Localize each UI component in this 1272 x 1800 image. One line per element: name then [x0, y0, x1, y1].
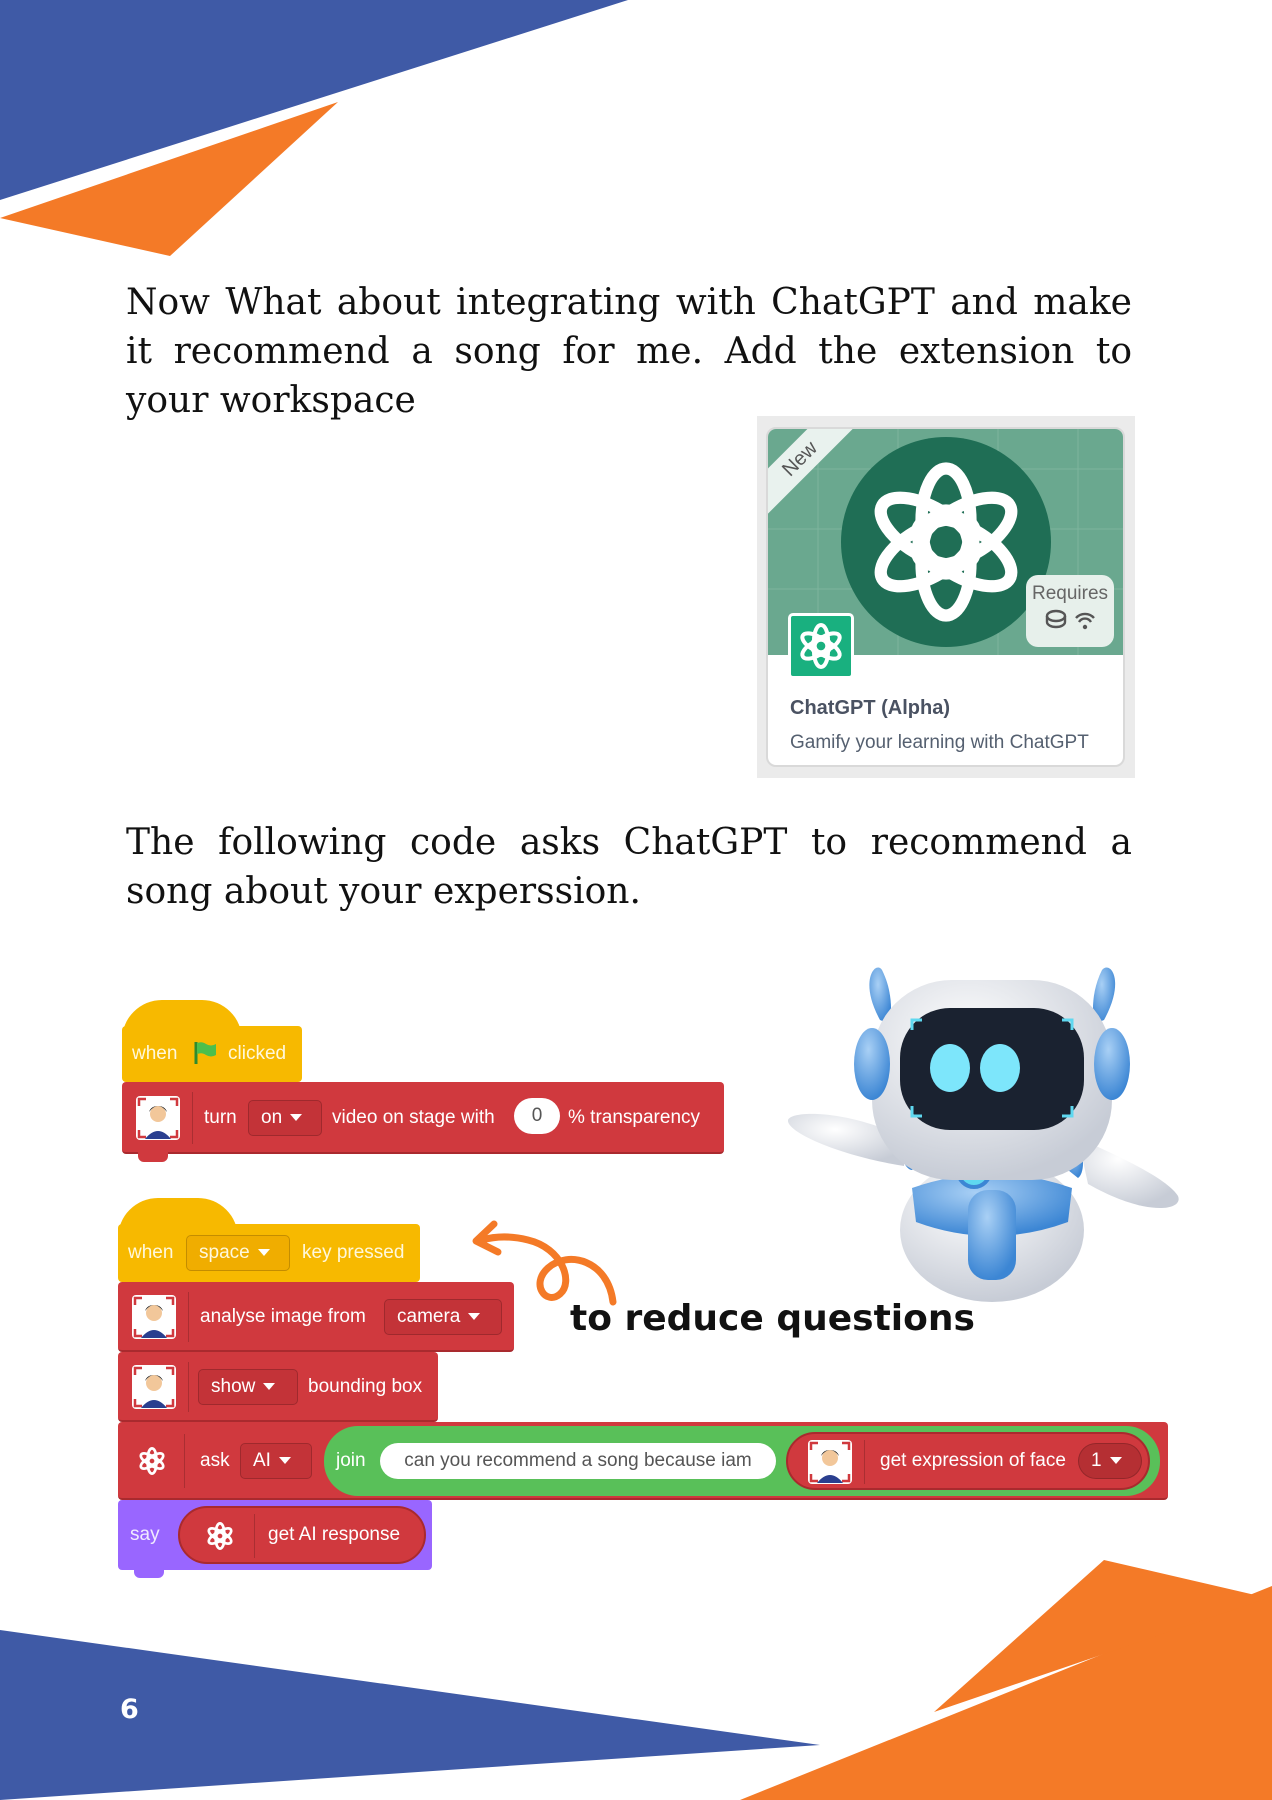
openai-logo-icon	[139, 1447, 165, 1475]
chatgpt-extension-card[interactable]: New Requires ChatGPT (Alpha) Gamify your…	[757, 416, 1135, 778]
ai-dropdown[interactable]: AI	[240, 1443, 312, 1479]
extension-card-body[interactable]: New Requires ChatGPT (Alpha) Gamify your…	[766, 427, 1125, 767]
join-text-input[interactable]: can you recommend a song because iam	[380, 1443, 776, 1479]
clicked-label: clicked	[228, 1043, 287, 1064]
right-eye	[980, 1044, 1020, 1092]
green-flag-icon	[194, 1042, 216, 1064]
join-label: join	[336, 1450, 366, 1471]
video-state-value: on	[261, 1107, 283, 1128]
transparency-label: % transparency	[568, 1107, 701, 1128]
transparency-input[interactable]: 0	[514, 1098, 560, 1134]
show-dropdown[interactable]: show	[198, 1369, 298, 1405]
ai-value: AI	[253, 1450, 271, 1471]
when-label: when	[128, 1242, 174, 1263]
get-ai-response-label: get AI response	[268, 1524, 401, 1545]
intro-paragraph: Now What about integrating with ChatGPT …	[126, 282, 1132, 421]
openai-logo-icon	[207, 1522, 233, 1550]
requires-box: Requires	[1026, 575, 1114, 647]
hat-cap	[122, 1000, 242, 1040]
face-detection-icon	[808, 1440, 852, 1484]
ask-label: ask	[200, 1450, 230, 1471]
get-ai-response-reporter[interactable]: get AI response	[178, 1506, 426, 1564]
chevron-down-icon	[257, 1249, 270, 1257]
when-flag-clicked-block[interactable]: when clicked	[122, 1000, 302, 1082]
video-state-dropdown[interactable]: on	[248, 1100, 322, 1136]
analyse-image-block[interactable]: analyse image from camera	[118, 1282, 514, 1352]
chevron-down-icon	[1109, 1457, 1122, 1465]
chevron-down-icon	[468, 1313, 481, 1321]
say-label: say	[130, 1524, 160, 1545]
key-dropdown[interactable]: space	[186, 1235, 290, 1271]
analyse-image-label: analyse image from	[200, 1306, 366, 1327]
code-intro-paragraph: The following code asks ChatGPT to recom…	[126, 822, 1132, 912]
requires-label: Requires	[1031, 583, 1109, 604]
face-number-dropdown[interactable]: 1	[1078, 1443, 1142, 1479]
say-block[interactable]: say get AI response	[118, 1500, 432, 1578]
show-bounding-box-block[interactable]: show bounding box	[118, 1352, 438, 1422]
get-expression-reporter[interactable]: get expression of face 1	[786, 1432, 1150, 1490]
turn-video-block[interactable]: turn on video on stage with 0 % transpar…	[122, 1082, 724, 1162]
extension-subtitle: Gamify your learning with ChatGPT	[790, 732, 1089, 753]
chevron-down-icon	[290, 1114, 303, 1122]
robot-illustration	[788, 967, 1179, 1302]
left-eye	[930, 1044, 970, 1092]
when-label: when	[132, 1043, 178, 1064]
get-expression-label: get expression of face	[880, 1450, 1066, 1471]
curved-arrow-icon	[472, 1220, 617, 1306]
join-operator[interactable]: join can you recommend a song because ia…	[324, 1426, 1160, 1496]
left-ear	[854, 1028, 890, 1100]
video-on-stage-label: video on stage with	[332, 1107, 495, 1128]
face-detection-icon	[132, 1365, 176, 1409]
chevron-down-icon	[278, 1457, 291, 1465]
key-pressed-label: key pressed	[302, 1242, 405, 1263]
when-key-pressed-block[interactable]: when space key pressed	[118, 1198, 420, 1282]
requirements-icons	[1045, 609, 1095, 630]
coins-icon	[1045, 609, 1067, 623]
wifi-icon	[1075, 612, 1095, 619]
key-value: space	[199, 1242, 250, 1263]
ask-ai-block[interactable]: ask AI join can you recommend a song bec…	[118, 1422, 1168, 1500]
chatgpt-logo-circle	[841, 437, 1051, 647]
camera-value: camera	[397, 1306, 461, 1327]
right-ear	[1094, 1028, 1130, 1100]
face-detection-icon	[136, 1096, 180, 1140]
chevron-down-icon	[263, 1383, 276, 1391]
hat-cap	[118, 1198, 238, 1238]
bounding-box-label: bounding box	[308, 1376, 423, 1397]
face-number-value: 1	[1091, 1450, 1102, 1471]
extension-title: ChatGPT (Alpha)	[790, 697, 950, 719]
openai-logo-icon	[800, 623, 842, 669]
face-detection-icon	[132, 1295, 176, 1339]
show-value: show	[211, 1376, 256, 1397]
chatgpt-small-logo	[788, 613, 854, 679]
openai-logo-icon	[874, 462, 1018, 622]
turn-label: turn	[204, 1107, 237, 1128]
page-number: 6	[120, 1694, 139, 1725]
